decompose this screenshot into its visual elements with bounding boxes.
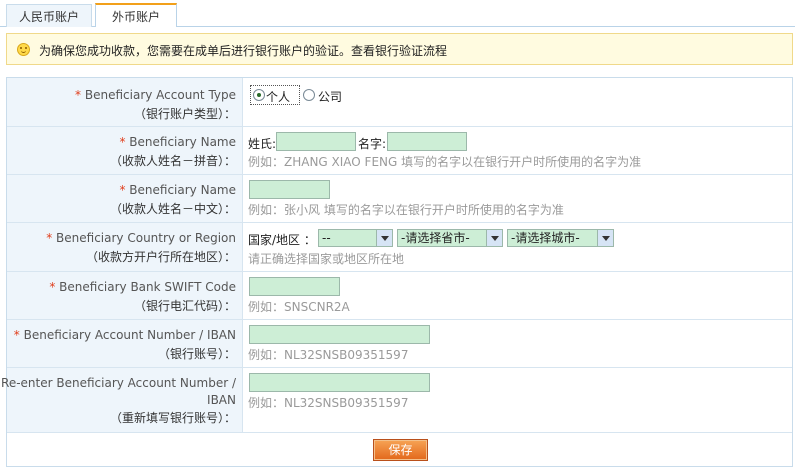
required-mark: * — [119, 183, 130, 197]
label-en: * Beneficiary Country or Region — [46, 231, 236, 245]
name-pinyin-field: 姓氏: 名字: 例如：ZHANG XIAO FENG 填写的名字以在银行开户时所… — [248, 127, 792, 174]
country-field: 国家/地区 ： -- -请选择省市- -请选择城市- 请正确选择国家或地区所在地 — [248, 223, 792, 271]
label-cell: * Beneficiary Account Number / IBAN （银行账… — [7, 320, 243, 367]
label-en-text: Re-enter Beneficiary Account Number / — [1, 376, 236, 390]
required-mark: * — [46, 231, 57, 245]
hint-text: 例如：张小风 填写的名字以在银行开户时所使用的名字为准 — [248, 203, 564, 217]
reenter-account-input[interactable] — [249, 373, 430, 392]
given-name-input[interactable] — [387, 132, 467, 151]
chinese-name-input[interactable] — [249, 180, 330, 199]
tab-rmb-account[interactable]: 人民币账户 — [6, 4, 92, 27]
hint-text: 例如：NL32SNSB09351597 — [248, 396, 409, 410]
surname-label: 姓氏: — [248, 137, 277, 151]
row-swift: * Beneficiary Bank SWIFT Code （银行电汇代码）： … — [7, 272, 792, 320]
swift-input[interactable] — [249, 277, 340, 296]
label-cn: （银行账号）： — [157, 347, 236, 361]
province-selected-value: -请选择省市- — [401, 231, 470, 245]
tab-bar: 人民币账户 外币账户 — [0, 0, 795, 27]
label-en: * Beneficiary Name — [119, 183, 236, 197]
label-cn: （收款人姓名－拼音）： — [109, 154, 236, 168]
label-en-text: Beneficiary Name — [129, 183, 236, 197]
given-name-label: 名字: — [358, 137, 387, 151]
label-cn: （收款人姓名－中文）： — [109, 202, 236, 216]
account-number-field: 例如：NL32SNSB09351597 — [248, 320, 792, 367]
label-cell: * Re-enter Beneficiary Account Number / … — [1, 368, 243, 432]
required-mark: * — [75, 88, 85, 102]
city-selected-value: -请选择城市- — [511, 231, 580, 245]
verification-process-link[interactable]: 查看银行验证流程 — [351, 44, 447, 58]
label-en: * Beneficiary Account Number / IBAN — [14, 328, 236, 342]
label-en-text: Beneficiary Account Number / IBAN — [23, 328, 236, 342]
label-cell: * Beneficiary Account Type （银行账户类型）： — [7, 78, 243, 126]
label-en: * Beneficiary Bank SWIFT Code — [49, 280, 236, 294]
row-name-chinese: * Beneficiary Name （收款人姓名－中文）： 例如：张小风 填写… — [7, 175, 792, 223]
required-mark: * — [49, 280, 60, 294]
name-chinese-field: 例如：张小风 填写的名字以在银行开户时所使用的名字为准 — [248, 175, 792, 222]
label-en-text: Beneficiary Country or Region — [56, 231, 236, 245]
label-cell: * Beneficiary Name （收款人姓名－中文）： — [7, 175, 243, 222]
label-cn: （银行账户类型）： — [133, 107, 236, 121]
label-cn: （银行电汇代码）： — [133, 299, 236, 313]
tab-foreign-account[interactable]: 外币账户 — [95, 3, 177, 27]
required-mark: * — [13, 328, 24, 342]
radio-individual-label[interactable]: 个人 — [266, 88, 290, 105]
country-select[interactable]: -- — [318, 229, 393, 247]
label-en: * Beneficiary Account Type — [75, 88, 236, 102]
chevron-down-icon — [376, 230, 392, 246]
required-mark: * — [119, 135, 130, 149]
province-select[interactable]: -请选择省市- — [397, 229, 503, 247]
row-country: * Beneficiary Country or Region （收款方开户行所… — [7, 223, 792, 272]
hint-text: 例如：ZHANG XIAO FENG 填写的名字以在银行开户时所使用的名字为准 — [248, 155, 642, 169]
notice-banner: 为确保您成功收款，您需要在成单后进行银行账户的验证。查看银行验证流程 — [6, 33, 793, 65]
label-en: * Beneficiary Name — [119, 135, 236, 149]
row-name-pinyin: * Beneficiary Name （收款人姓名－拼音）： 姓氏: 名字: 例… — [7, 127, 792, 175]
hint-text: 例如：SNSCNR2A — [248, 300, 350, 314]
label-en-text: Beneficiary Bank SWIFT Code — [59, 280, 236, 294]
city-select[interactable]: -请选择城市- — [507, 229, 614, 247]
chevron-down-icon — [597, 230, 613, 246]
label-en-text: Beneficiary Name — [129, 135, 236, 149]
label-en: * Re-enter Beneficiary Account Number / — [0, 376, 236, 390]
label-en-line2: IBAN — [207, 393, 236, 407]
radio-individual[interactable] — [253, 89, 265, 101]
label-cn: （重新填写银行账号）： — [109, 411, 236, 425]
notice-message: 为确保您成功收款，您需要在成单后进行银行账户的验证。 — [39, 44, 352, 58]
radio-company-label[interactable]: 公司 — [318, 88, 342, 105]
swift-field: 例如：SNSCNR2A — [248, 272, 792, 319]
form-footer: 保存 — [7, 433, 792, 466]
row-account-number: * Beneficiary Account Number / IBAN （银行账… — [7, 320, 792, 368]
radio-company[interactable] — [303, 89, 315, 101]
row-reenter-account: * Re-enter Beneficiary Account Number / … — [1, 368, 792, 433]
country-selected-value: -- — [322, 231, 331, 245]
account-number-input[interactable] — [249, 325, 430, 344]
account-type-field: 个人 公司 — [248, 78, 792, 126]
row-account-type: * Beneficiary Account Type （银行账户类型）： 个人 … — [7, 78, 792, 127]
hint-text: 请正确选择国家或地区所在地 — [248, 252, 405, 266]
reenter-account-field: 例如：NL32SNSB09351597 — [248, 368, 792, 432]
hint-text: 例如：NL32SNSB09351597 — [248, 348, 409, 362]
country-label: 国家/地区 ： — [248, 233, 316, 247]
save-button[interactable]: 保存 — [373, 439, 428, 461]
surname-input[interactable] — [276, 132, 356, 151]
label-cn: （收款方开户行所在地区）： — [85, 250, 236, 264]
label-cell: * Beneficiary Name （收款人姓名－拼音）： — [7, 127, 243, 174]
smiley-icon — [17, 43, 30, 56]
label-cell: * Beneficiary Country or Region （收款方开户行所… — [7, 223, 243, 271]
label-cell: * Beneficiary Bank SWIFT Code （银行电汇代码）： — [7, 272, 243, 319]
chevron-down-icon — [486, 230, 502, 246]
label-en-text: Beneficiary Account Type — [84, 88, 236, 102]
notice-text: 为确保您成功收款，您需要在成单后进行银行账户的验证。查看银行验证流程 — [39, 42, 447, 59]
beneficiary-form: * Beneficiary Account Type （银行账户类型）： 个人 … — [1, 77, 793, 467]
